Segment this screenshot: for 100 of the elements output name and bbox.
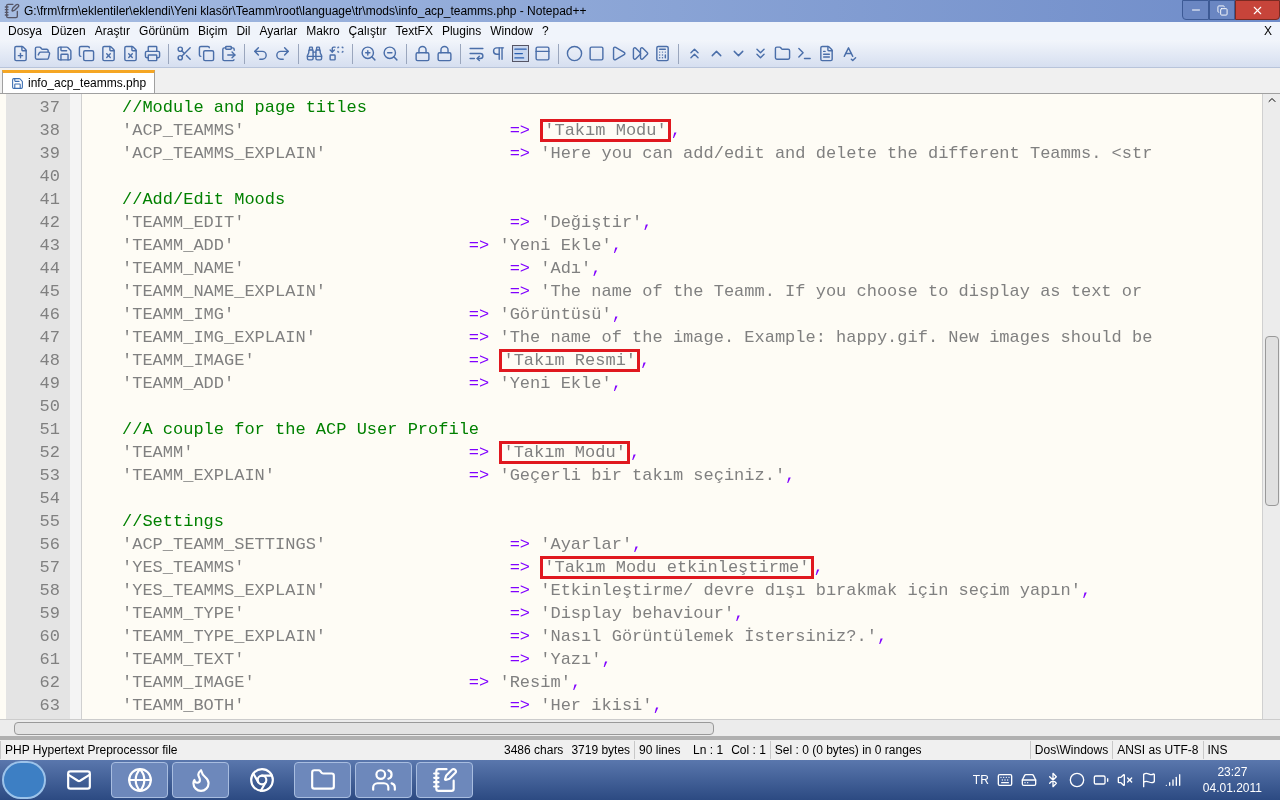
line-number: 59 bbox=[39, 602, 60, 625]
menu-item[interactable]: Dil bbox=[232, 22, 255, 40]
menu-item[interactable]: Biçim bbox=[194, 22, 232, 40]
fast-forward-icon[interactable] bbox=[632, 45, 649, 62]
indent-guide-icon[interactable] bbox=[512, 45, 529, 62]
arrow-operator: => bbox=[468, 303, 490, 326]
line-number: 46 bbox=[39, 303, 60, 326]
menu-item[interactable]: Araştır bbox=[90, 22, 135, 40]
menu-item[interactable]: Çalıştır bbox=[344, 22, 391, 40]
scroll-thumb[interactable] bbox=[14, 721, 714, 735]
menu-item[interactable]: Dosya bbox=[4, 22, 46, 40]
status-text: Dos\Windows bbox=[1029, 741, 1113, 759]
file-tab[interactable]: info_acp_teamms.php bbox=[2, 70, 156, 93]
menu-item[interactable]: Window bbox=[486, 22, 537, 40]
notepad-icon bbox=[431, 767, 458, 793]
pilcrow-icon[interactable] bbox=[490, 45, 507, 62]
taskbar-app[interactable] bbox=[294, 762, 351, 798]
close-button[interactable] bbox=[1235, 0, 1280, 20]
play-icon[interactable] bbox=[610, 45, 627, 62]
taskbar-app[interactable] bbox=[416, 762, 473, 798]
close-document-button[interactable]: X bbox=[1260, 22, 1276, 40]
save-icon[interactable] bbox=[56, 45, 73, 62]
maximize-button[interactable] bbox=[1209, 0, 1235, 20]
replace-icon[interactable] bbox=[328, 45, 345, 62]
close-all-icon[interactable] bbox=[122, 45, 139, 62]
keyboard-icon[interactable] bbox=[996, 772, 1013, 788]
calculator-icon[interactable] bbox=[654, 45, 671, 62]
stop-icon[interactable] bbox=[588, 45, 605, 62]
menu-item[interactable]: Ayarlar bbox=[255, 22, 302, 40]
comma: , bbox=[785, 464, 796, 487]
zoom-out-icon[interactable] bbox=[382, 45, 399, 62]
comma: , bbox=[734, 602, 745, 625]
terminal-icon[interactable] bbox=[796, 45, 813, 62]
string-value: 'Adı' bbox=[540, 260, 592, 277]
folder-icon[interactable] bbox=[774, 45, 791, 62]
code-comment: //Settings bbox=[122, 510, 225, 533]
menu-item[interactable]: Plugins bbox=[437, 22, 486, 40]
zoom-in-icon[interactable] bbox=[360, 45, 377, 62]
scroll-thumb[interactable] bbox=[1264, 336, 1279, 506]
scissors-icon[interactable] bbox=[176, 45, 193, 62]
language-indicator[interactable]: TR bbox=[972, 771, 989, 789]
line-number: 41 bbox=[39, 188, 60, 211]
menu-item[interactable]: Makro bbox=[302, 22, 344, 40]
line-number: 55 bbox=[39, 510, 60, 533]
signal-icon[interactable] bbox=[1164, 772, 1181, 788]
record-icon[interactable] bbox=[566, 45, 583, 62]
arrow-operator: => bbox=[468, 326, 490, 349]
muted-speaker-icon[interactable] bbox=[1116, 772, 1133, 788]
line-number: 52 bbox=[39, 441, 60, 464]
save-all-icon[interactable] bbox=[78, 45, 95, 62]
array-key: 'ACP_TEAMMS' bbox=[122, 120, 245, 140]
lock-icon[interactable] bbox=[414, 45, 431, 62]
line-number: 62 bbox=[39, 671, 60, 694]
menu-item[interactable]: ? bbox=[537, 22, 553, 40]
highlight-box: 'Takım Modu etkinleştirme' bbox=[540, 556, 814, 579]
close-file-icon[interactable] bbox=[100, 45, 117, 62]
arrow-operator: => bbox=[509, 211, 531, 234]
comma: , bbox=[629, 441, 641, 464]
restore-icon bbox=[1216, 4, 1228, 16]
arrow-operator: => bbox=[468, 464, 490, 487]
drive-icon[interactable] bbox=[1020, 772, 1037, 788]
comma: , bbox=[611, 372, 622, 395]
taskbar-app[interactable] bbox=[355, 762, 412, 798]
array-key: 'ACP_TEAMMS_EXPLAIN' bbox=[122, 143, 327, 163]
open-folder-icon[interactable] bbox=[34, 45, 51, 62]
undo-icon[interactable] bbox=[252, 45, 269, 62]
panel-icon[interactable] bbox=[534, 45, 551, 62]
arrow-operator: => bbox=[468, 372, 490, 395]
line-number: 54 bbox=[39, 487, 60, 510]
taskbar-app[interactable] bbox=[111, 762, 168, 798]
menu-item[interactable]: Görünüm bbox=[135, 22, 194, 40]
line-number: 56 bbox=[39, 533, 60, 556]
string-value: 'Geçerli bir takım seçiniz.' bbox=[499, 467, 786, 484]
lock-icon[interactable] bbox=[436, 45, 453, 62]
binoculars-icon[interactable] bbox=[306, 45, 323, 62]
flag-icon[interactable] bbox=[1140, 772, 1157, 788]
line-number: 42 bbox=[39, 211, 60, 234]
array-key: 'TEAMM_BOTH' bbox=[122, 695, 245, 715]
taskbar-app[interactable] bbox=[172, 762, 229, 798]
battery-icon[interactable] bbox=[1092, 772, 1109, 788]
document-icon[interactable] bbox=[818, 45, 835, 62]
redo-icon[interactable] bbox=[274, 45, 291, 62]
start-button[interactable] bbox=[2, 761, 46, 799]
menu-item[interactable]: TextFX bbox=[391, 22, 437, 40]
clock-date[interactable]: 04.01.2011 bbox=[1202, 780, 1262, 796]
horizontal-scrollbar[interactable] bbox=[0, 719, 1280, 736]
paste-icon[interactable] bbox=[220, 45, 237, 62]
arrow-operator: => bbox=[509, 556, 531, 579]
clock-time[interactable]: 23:27 bbox=[1217, 764, 1248, 780]
string-value: 'Display behaviour' bbox=[540, 605, 735, 622]
arrow-operator: => bbox=[509, 280, 531, 303]
minimize-button[interactable] bbox=[1182, 0, 1209, 20]
vertical-scrollbar[interactable] bbox=[1262, 94, 1280, 719]
printer-icon[interactable] bbox=[144, 45, 161, 62]
wrap-icon[interactable] bbox=[468, 45, 485, 62]
copy-icon[interactable] bbox=[198, 45, 215, 62]
menu-item[interactable]: Düzen bbox=[47, 22, 90, 40]
new-file-icon[interactable] bbox=[12, 45, 29, 62]
highlight-box: 'Takım Modu' bbox=[499, 441, 630, 464]
status-text: Col : 1 bbox=[730, 742, 767, 759]
